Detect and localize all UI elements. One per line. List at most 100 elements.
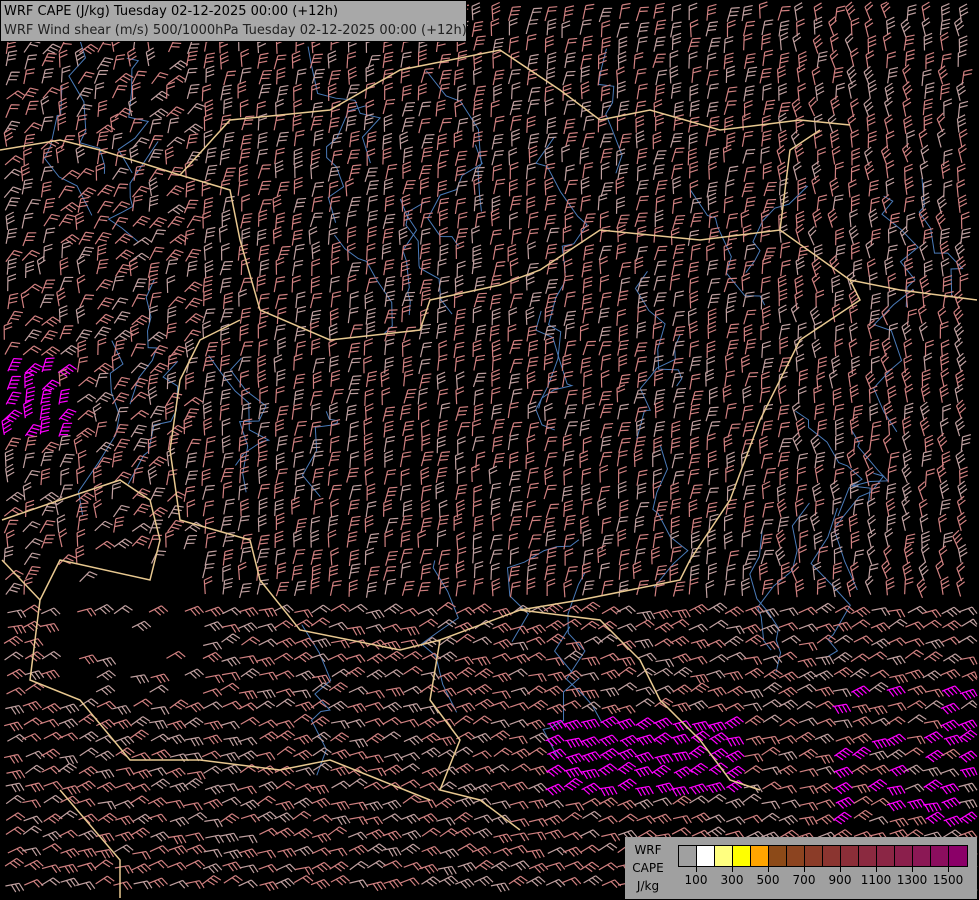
wind-barb xyxy=(472,732,492,744)
wind-barb xyxy=(257,52,269,69)
wind-barb xyxy=(313,497,324,515)
wind-barb xyxy=(690,639,710,649)
wind-barb xyxy=(275,468,288,484)
wind-barb xyxy=(670,82,682,99)
wind-barb xyxy=(400,718,420,728)
wind-barb xyxy=(707,721,727,733)
wind-barb xyxy=(222,481,233,499)
wind-barb xyxy=(453,68,464,86)
wind-barb xyxy=(221,242,230,261)
wind-barb xyxy=(438,875,459,886)
wind-barb xyxy=(743,166,756,182)
wind-barb xyxy=(902,415,912,435)
wind-barb xyxy=(257,421,270,438)
wind-barb xyxy=(22,452,35,469)
wind-barb xyxy=(954,337,963,357)
wind-barb xyxy=(600,353,612,371)
wind-barb xyxy=(924,688,944,698)
wind-barb xyxy=(887,66,899,84)
wind-barb xyxy=(636,482,647,500)
wind-barb xyxy=(723,36,734,54)
wind-barb xyxy=(580,671,600,681)
wind-barb xyxy=(419,548,433,564)
wind-barb xyxy=(705,368,715,387)
wind-barb xyxy=(489,274,502,291)
wind-barb xyxy=(258,402,270,420)
wind-barb xyxy=(490,99,500,118)
wind-barb xyxy=(599,133,614,148)
wind-barb xyxy=(955,399,967,420)
wind-barb xyxy=(778,101,791,118)
wind-barb xyxy=(886,785,906,796)
wind-barb xyxy=(563,499,574,517)
wind-barb xyxy=(852,259,863,277)
wind-barb xyxy=(97,184,116,196)
wind-barb xyxy=(778,814,799,826)
wind-barb xyxy=(112,719,133,730)
wind-barb xyxy=(203,242,213,261)
wind-barb xyxy=(940,160,951,179)
wind-barb xyxy=(219,403,230,421)
wind-barb xyxy=(851,147,861,166)
wind-barb xyxy=(917,481,927,501)
wind-barb xyxy=(652,321,663,339)
wind-barb xyxy=(436,797,456,809)
wind-barb xyxy=(76,528,86,547)
wind-barb xyxy=(456,531,466,550)
wind-barb xyxy=(562,846,583,857)
wind-barb xyxy=(402,499,413,517)
wind-barb xyxy=(166,106,185,118)
wind-barb xyxy=(798,544,807,563)
wind-barb xyxy=(600,716,620,729)
wind-barb xyxy=(471,2,481,21)
wind-barb xyxy=(237,785,257,795)
wind-barb xyxy=(456,466,466,484)
wind-barb xyxy=(311,604,331,614)
wind-barb xyxy=(92,465,102,484)
wind-barb xyxy=(201,84,212,102)
wind-barb xyxy=(294,420,307,436)
wind-barb xyxy=(616,384,626,403)
wind-barb xyxy=(221,370,233,387)
wind-barb xyxy=(507,532,519,550)
wind-barb xyxy=(653,369,664,387)
wind-barb xyxy=(436,371,446,390)
wind-barb xyxy=(295,305,307,323)
wind-barb xyxy=(490,781,511,791)
wind-barb xyxy=(241,636,261,646)
country-border xyxy=(99,149,861,651)
wind-barb xyxy=(958,128,968,148)
wind-barb xyxy=(688,577,699,595)
wind-barb xyxy=(580,176,590,195)
wind-barb xyxy=(24,651,45,662)
wind-barb xyxy=(508,875,528,887)
wind-barb xyxy=(401,117,415,133)
wind-barb xyxy=(24,315,44,327)
wind-barb xyxy=(526,228,539,244)
wind-barb xyxy=(95,313,114,325)
wind-barb xyxy=(169,879,189,889)
wind-barb xyxy=(634,256,644,275)
wind-barb xyxy=(799,801,819,811)
wind-barb xyxy=(221,671,241,681)
wind-barb xyxy=(564,179,578,195)
wind-barb xyxy=(167,215,185,228)
wind-barb xyxy=(723,513,733,532)
wind-barb xyxy=(7,733,27,743)
wind-barb xyxy=(616,704,636,714)
wind-barb xyxy=(543,353,554,371)
wind-barb xyxy=(635,698,655,707)
wind-barb xyxy=(113,438,130,452)
wind-barb xyxy=(491,368,501,387)
wind-barb xyxy=(829,177,840,197)
wind-barb xyxy=(366,210,379,227)
wind-barb xyxy=(5,104,20,118)
wind-barb xyxy=(760,371,770,389)
wind-barb xyxy=(473,577,484,595)
wind-barb xyxy=(617,480,627,499)
wind-barb xyxy=(562,700,582,709)
wind-barb xyxy=(40,669,60,680)
wind-barb xyxy=(5,794,25,805)
wind-barb xyxy=(310,275,321,294)
wind-barb xyxy=(96,243,107,261)
